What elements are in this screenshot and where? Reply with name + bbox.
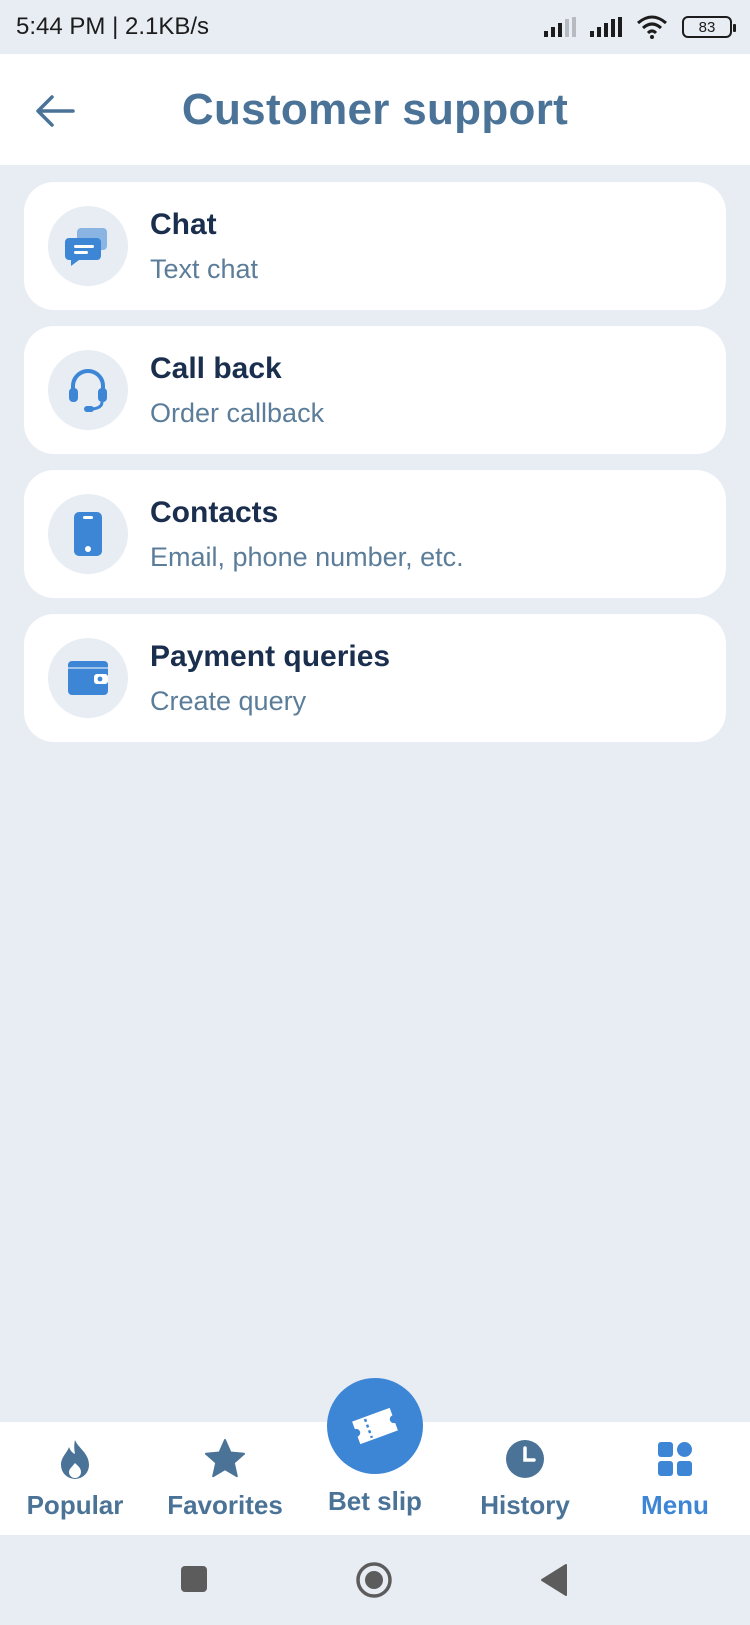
page-title: Customer support (181, 84, 569, 134)
nav-label: Popular (26, 1490, 124, 1520)
wallet-icon (48, 638, 128, 718)
app-bar: Customer support (0, 54, 750, 165)
signal-icon (544, 17, 576, 37)
option-subtitle: Email, phone number, etc. (150, 541, 464, 572)
home-circle-icon (356, 1562, 392, 1598)
flame-icon (58, 1436, 92, 1482)
option-subtitle: Text chat (150, 253, 259, 284)
nav-label: History (480, 1490, 570, 1520)
option-title: Call back (150, 351, 282, 385)
headset-icon (48, 350, 128, 430)
nav-item-history[interactable]: History (450, 1422, 600, 1535)
square-icon (181, 1566, 207, 1592)
option-title: Payment queries (150, 639, 391, 673)
status-bar: 5:44 PM | 2.1KB/s 83 (0, 0, 750, 54)
call-back-text: Call back Order callback (150, 352, 324, 429)
wifi-icon (637, 15, 667, 39)
network-speed: 2.1KB/s (124, 13, 210, 40)
nav-item-menu[interactable]: Menu (600, 1422, 750, 1535)
phone-icon (48, 494, 128, 574)
contacts-text: Contacts Email, phone number, etc. (150, 496, 464, 573)
chat-icon (48, 206, 128, 286)
nav-item-favorites[interactable]: Favorites (150, 1422, 300, 1535)
recent-apps-button[interactable] (180, 1565, 208, 1598)
signal-icon-2 (590, 17, 622, 37)
grid-icon (657, 1436, 693, 1482)
bet-slip-button[interactable] (327, 1378, 423, 1474)
battery-level: 83 (698, 18, 716, 36)
option-subtitle: Create query (150, 685, 307, 716)
nav-label: Bet slip (328, 1486, 422, 1516)
payment-queries-text: Payment queries Create query (150, 640, 390, 717)
ticket-icon (352, 1407, 398, 1445)
nav-label: Menu (641, 1490, 709, 1520)
support-option-call-back[interactable]: Call back Order callback (24, 326, 726, 454)
nav-item-popular[interactable]: Popular (0, 1422, 150, 1535)
arrow-left-icon (36, 95, 75, 127)
star-icon (204, 1436, 246, 1482)
nav-label: Favorites (167, 1490, 283, 1520)
clock-icon (505, 1436, 545, 1482)
back-button[interactable] (30, 86, 80, 136)
support-option-payment-queries[interactable]: Payment queries Create query (24, 614, 726, 742)
status-left: 5:44 PM | 2.1KB/s (16, 13, 209, 41)
support-option-chat[interactable]: Chat Text chat (24, 182, 726, 310)
support-options-list: Chat Text chat Call back Order callback (24, 182, 726, 758)
option-title: Contacts (150, 495, 279, 529)
battery-icon: 83 (682, 16, 736, 38)
status-right: 83 (544, 15, 736, 39)
status-separator: | (112, 13, 119, 40)
system-back-button[interactable] (540, 1563, 568, 1602)
home-button[interactable] (355, 1561, 393, 1604)
option-title: Chat (150, 207, 217, 241)
option-subtitle: Order callback (150, 397, 325, 428)
support-option-contacts[interactable]: Contacts Email, phone number, etc. (24, 470, 726, 598)
triangle-back-icon (541, 1564, 567, 1596)
chat-text: Chat Text chat (150, 208, 258, 285)
status-time: 5:44 PM (16, 13, 106, 40)
